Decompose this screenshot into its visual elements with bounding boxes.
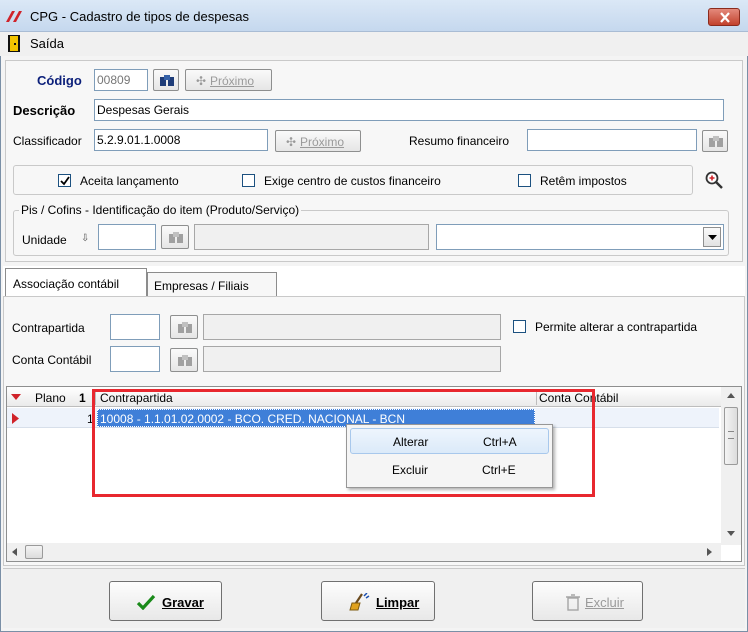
gravar-button-label: Gravar: [162, 595, 204, 610]
context-menu: Alterar Ctrl+A Excluir Ctrl+E: [346, 424, 553, 488]
descricao-input[interactable]: Despesas Gerais: [94, 99, 724, 121]
retem-checkbox[interactable]: [518, 174, 531, 187]
menu-exit[interactable]: Saída: [30, 37, 64, 51]
title-bar[interactable]: CPG - Cadastro de tipos de despesas: [0, 0, 748, 32]
binoculars-icon: [178, 355, 192, 366]
resumo-label: Resumo financeiro: [409, 134, 510, 148]
unidade-select[interactable]: [436, 224, 724, 250]
context-item-alterar-label: Alterar: [393, 435, 429, 449]
row-indicator-icon: [12, 413, 19, 424]
context-item-excluir-shortcut: Ctrl+E: [482, 463, 516, 477]
classificador-input[interactable]: 5.2.9.01.1.0008: [94, 129, 268, 151]
zoom-in-icon: [705, 171, 723, 189]
conta-label: Conta Contábil: [12, 353, 92, 367]
context-item-excluir-label: Excluir: [392, 463, 429, 477]
scroll-left-icon[interactable]: [12, 548, 17, 556]
binoculars-icon: [709, 136, 723, 147]
scroll-up-icon[interactable]: [727, 393, 735, 398]
unidade-label: Unidade: [22, 233, 67, 247]
plus-icon: ✣: [286, 135, 297, 149]
limpar-button[interactable]: Limpar: [321, 581, 435, 621]
sort-marker: 1: [79, 391, 86, 405]
aceita-checkbox[interactable]: [58, 174, 71, 187]
vertical-scrollbar[interactable]: [721, 387, 741, 545]
hscroll-thumb[interactable]: [25, 545, 43, 559]
tab-empresas[interactable]: Empresas / Filiais: [147, 272, 277, 296]
triangle-down-icon[interactable]: [11, 394, 21, 401]
exige-checkbox[interactable]: [242, 174, 255, 187]
descricao-label: Descrição: [13, 103, 76, 118]
excluir-button-label: Excluir: [585, 595, 625, 610]
tab-empresas-label: Empresas / Filiais: [154, 279, 249, 293]
tab-associacao-label: Associação contábil: [13, 277, 120, 291]
checkmark-icon: [136, 594, 156, 610]
classificador-label: Classificador: [13, 134, 82, 148]
binoculars-icon: [178, 322, 192, 333]
aceita-label: Aceita lançamento: [80, 174, 179, 188]
gravar-button[interactable]: Gravar: [109, 581, 222, 621]
trash-icon: [566, 594, 580, 611]
limpar-button-label: Limpar: [376, 595, 420, 610]
horizontal-scrollbar[interactable]: [7, 543, 721, 561]
app-logo-icon: [6, 11, 22, 22]
codigo-search-button[interactable]: [153, 69, 179, 91]
contrapartida-input[interactable]: [110, 314, 160, 340]
codigo-label: Código: [37, 73, 82, 88]
arrow-down-icon: ⇩: [81, 233, 90, 244]
permite-checkbox[interactable]: [513, 320, 526, 333]
codigo-input[interactable]: 00809: [94, 69, 148, 91]
scroll-down-icon[interactable]: [727, 531, 735, 536]
unidade-input[interactable]: [98, 224, 156, 250]
scroll-thumb[interactable]: [724, 407, 738, 465]
close-x-icon: [720, 12, 730, 23]
binoculars-icon: [169, 232, 183, 243]
window-title: CPG - Cadastro de tipos de despesas: [30, 9, 249, 24]
unidade-search-button[interactable]: [161, 225, 189, 249]
contrapartida-search-button[interactable]: [170, 315, 198, 339]
retem-label: Retêm impostos: [540, 174, 627, 188]
tab-associacao[interactable]: Associação contábil: [5, 268, 147, 296]
exit-door-icon: [8, 35, 20, 52]
resumo-search-button[interactable]: [702, 130, 728, 152]
plus-icon: ✣: [196, 74, 207, 88]
proximo-button[interactable]: ✣ Próximo: [185, 69, 272, 91]
conta-description-field: [203, 346, 501, 372]
chevron-down-icon: [708, 235, 717, 240]
excluir-button[interactable]: Excluir: [532, 581, 643, 621]
proximo2-button[interactable]: ✣ Próximo: [275, 130, 361, 152]
binoculars-icon: [160, 75, 174, 86]
menu-bar: Saída: [0, 32, 748, 56]
zoom-button[interactable]: [704, 170, 726, 192]
permite-label: Permite alterar a contrapartida: [535, 320, 698, 334]
contrapartida-label: Contrapartida: [12, 321, 85, 335]
unidade-description-field: [194, 224, 429, 250]
exige-label: Exige centro de custos financeiro: [264, 174, 441, 188]
context-item-excluir[interactable]: Excluir Ctrl+E: [350, 457, 549, 483]
checkmark-icon: [60, 176, 70, 186]
proximo2-button-label: Próximo: [300, 135, 345, 149]
conta-search-button[interactable]: [170, 348, 198, 372]
proximo-button-label: Próximo: [210, 74, 255, 88]
conta-input[interactable]: [110, 346, 160, 372]
close-button[interactable]: [708, 8, 740, 26]
broom-icon: [349, 593, 370, 611]
contrapartida-description-field: [203, 314, 501, 340]
pis-group-label: Pis / Cofins - Identificação do item (Pr…: [19, 203, 302, 217]
context-item-alterar[interactable]: Alterar Ctrl+A: [350, 428, 549, 454]
context-item-alterar-shortcut: Ctrl+A: [483, 435, 517, 449]
resumo-input[interactable]: [527, 129, 697, 151]
col-plano[interactable]: Plano: [35, 391, 66, 405]
scroll-right-icon[interactable]: [707, 548, 712, 556]
dropdown-button[interactable]: [703, 227, 721, 247]
